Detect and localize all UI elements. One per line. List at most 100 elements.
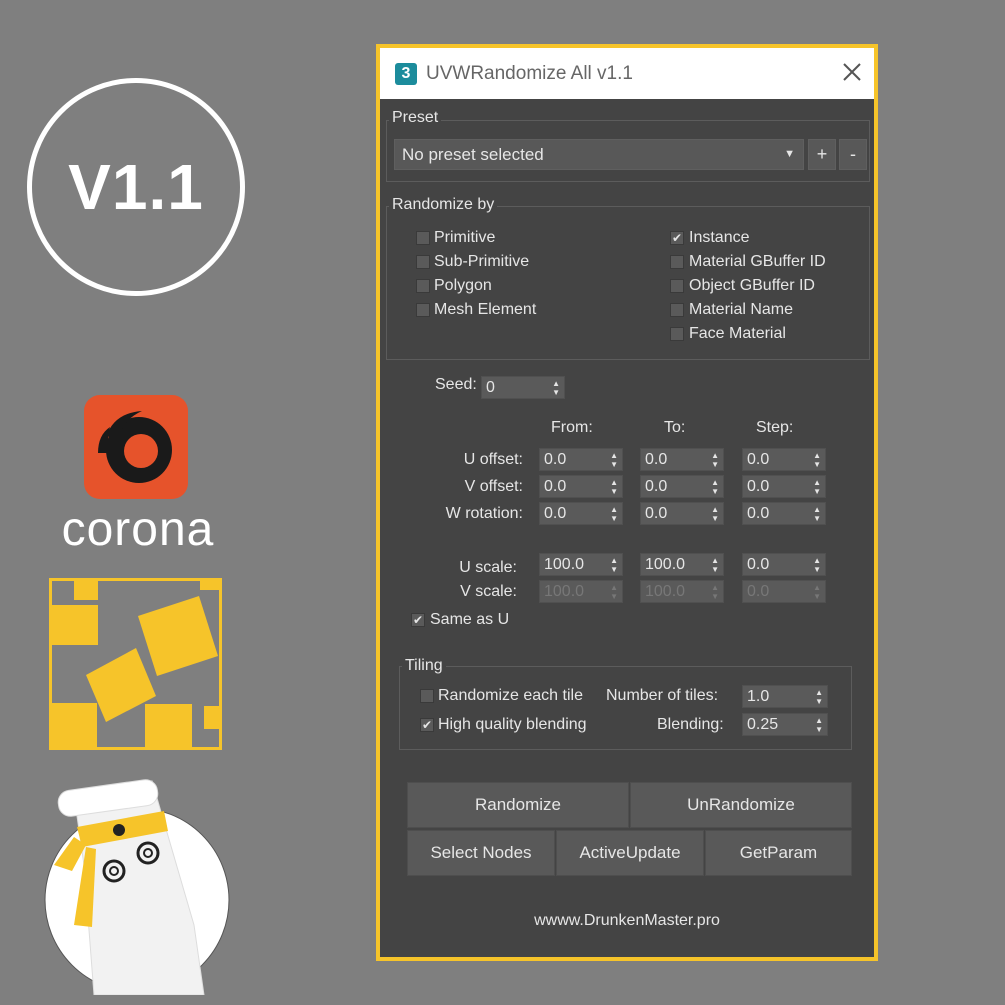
u-scale-from-spinner[interactable]: 100.0 ▲ ▼ xyxy=(539,553,623,576)
spinner-arrows-icon[interactable]: ▲ ▼ xyxy=(815,716,823,734)
drunken-master-mascot-icon xyxy=(44,779,230,995)
option-label-sub-primitive: Sub-Primitive xyxy=(434,253,530,270)
seed-spinner[interactable]: 0 ▲ ▼ xyxy=(481,376,565,399)
option-label-object-gbuffer-id: Object GBuffer ID xyxy=(689,277,815,294)
spinner-arrows-icon[interactable]: ▲ ▼ xyxy=(815,688,823,706)
option-label-material-name: Material Name xyxy=(689,301,794,318)
w-rotation-to-value: 0.0 xyxy=(645,505,668,522)
v-offset-to-spinner[interactable]: 0.0 ▲ ▼ xyxy=(640,475,724,498)
spinner-arrows-icon[interactable]: ▲ ▼ xyxy=(711,556,719,574)
spinner-arrows-icon: ▲ ▼ xyxy=(813,583,821,601)
select-nodes-button[interactable]: Select Nodes xyxy=(407,830,555,876)
spinner-arrows-icon[interactable]: ▲ ▼ xyxy=(552,379,560,397)
spinner-arrows-icon[interactable]: ▲ ▼ xyxy=(813,478,821,496)
u-offset-from-spinner[interactable]: 0.0 ▲ ▼ xyxy=(539,448,623,471)
checkbox-randomize-each-tile[interactable] xyxy=(420,689,434,703)
spinner-arrows-icon[interactable]: ▲ ▼ xyxy=(610,478,618,496)
u-offset-label: U offset: xyxy=(463,451,523,468)
checkbox-sub-primitive[interactable] xyxy=(416,255,430,269)
checkbox-polygon[interactable] xyxy=(416,279,430,293)
checkbox-face-material[interactable] xyxy=(670,327,684,341)
spinner-arrows-icon[interactable]: ▲ ▼ xyxy=(711,478,719,496)
checkbox-same-as-u[interactable]: ✔ xyxy=(411,613,425,627)
spinner-arrows-icon: ▲ ▼ xyxy=(610,583,618,601)
option-label-polygon: Polygon xyxy=(434,277,492,294)
option-label-mesh-element: Mesh Element xyxy=(434,301,537,318)
number-of-tiles-value: 1.0 xyxy=(747,688,770,705)
preset-dropdown[interactable]: No preset selected ▼ xyxy=(394,139,804,170)
number-of-tiles-spinner[interactable]: 1.0 ▲ ▼ xyxy=(742,685,828,708)
checkbox-instance[interactable]: ✔ xyxy=(670,231,684,245)
v-offset-to-value: 0.0 xyxy=(645,478,668,495)
option-label-primitive: Primitive xyxy=(434,229,496,246)
u-offset-to-value: 0.0 xyxy=(645,451,668,468)
v-scale-to-value: 100.0 xyxy=(645,583,686,600)
v-offset-from-spinner[interactable]: 0.0 ▲ ▼ xyxy=(539,475,623,498)
u-scale-label: U scale: xyxy=(459,559,517,576)
spinner-arrows-icon[interactable]: ▲ ▼ xyxy=(813,556,821,574)
preset-selected-value: No preset selected xyxy=(402,145,544,164)
blending-label: Blending: xyxy=(657,716,724,733)
w-rotation-step-spinner[interactable]: 0.0 ▲ ▼ xyxy=(742,502,826,525)
spinner-arrows-icon[interactable]: ▲ ▼ xyxy=(610,451,618,469)
spinner-arrows-icon[interactable]: ▲ ▼ xyxy=(813,451,821,469)
unrandomize-button[interactable]: UnRandomize xyxy=(630,782,852,828)
tiles-logo-icon xyxy=(49,578,222,750)
checkbox-material-name[interactable] xyxy=(670,303,684,317)
version-text: V1.1 xyxy=(68,151,204,223)
u-scale-to-spinner[interactable]: 100.0 ▲ ▼ xyxy=(640,553,724,576)
u-scale-to-value: 100.0 xyxy=(645,556,686,573)
3dsmax-app-icon: 3 xyxy=(395,62,417,85)
number-of-tiles-label: Number of tiles: xyxy=(606,687,719,704)
spinner-arrows-icon[interactable]: ▲ ▼ xyxy=(711,451,719,469)
active-update-button[interactable]: ActiveUpdate xyxy=(556,830,704,876)
v-scale-label: V scale: xyxy=(460,583,517,600)
u-scale-step-value: 0.0 xyxy=(747,556,770,573)
tiling-group-label: Tiling xyxy=(402,657,446,675)
checkbox-primitive[interactable] xyxy=(416,231,430,245)
remove-preset-button[interactable]: - xyxy=(839,139,867,170)
title-bar[interactable]: 3 UVWRandomize All v1.1 xyxy=(380,48,874,99)
v-offset-label: V offset: xyxy=(464,478,523,495)
same-as-u-label: Same as U xyxy=(430,611,510,628)
v-scale-step-spinner: 0.0 ▲ ▼ xyxy=(742,580,826,603)
checkbox-mesh-element[interactable] xyxy=(416,303,430,317)
randomize-button[interactable]: Randomize xyxy=(407,782,629,828)
preset-group-label: Preset xyxy=(389,109,442,127)
window-title: UVWRandomize All v1.1 xyxy=(426,62,633,84)
checkbox-high-quality-blending[interactable]: ✔ xyxy=(420,718,434,732)
spinner-arrows-icon[interactable]: ▲ ▼ xyxy=(610,505,618,523)
w-rotation-step-value: 0.0 xyxy=(747,505,770,522)
spinner-arrows-icon[interactable]: ▲ ▼ xyxy=(610,556,618,574)
v-scale-from-value: 100.0 xyxy=(544,583,585,600)
close-icon[interactable] xyxy=(838,58,866,86)
v-scale-step-value: 0.0 xyxy=(747,583,770,600)
tiling-group xyxy=(399,666,852,750)
v-offset-step-spinner[interactable]: 0.0 ▲ ▼ xyxy=(742,475,826,498)
w-rotation-label: W rotation: xyxy=(445,505,523,522)
u-offset-step-spinner[interactable]: 0.0 ▲ ▼ xyxy=(742,448,826,471)
blending-value: 0.25 xyxy=(747,716,779,733)
v-scale-from-spinner: 100.0 ▲ ▼ xyxy=(539,580,623,603)
w-rotation-from-spinner[interactable]: 0.0 ▲ ▼ xyxy=(539,502,623,525)
chevron-down-icon: ▼ xyxy=(784,148,795,160)
v-scale-to-spinner: 100.0 ▲ ▼ xyxy=(640,580,724,603)
option-label-material-gbuffer-id: Material GBuffer ID xyxy=(689,253,826,270)
u-offset-to-spinner[interactable]: 0.0 ▲ ▼ xyxy=(640,448,724,471)
u-scale-step-spinner[interactable]: 0.0 ▲ ▼ xyxy=(742,553,826,576)
checkbox-material-gbuffer-id[interactable] xyxy=(670,255,684,269)
add-preset-button[interactable]: + xyxy=(808,139,836,170)
column-header-to: To: xyxy=(664,419,686,436)
spinner-arrows-icon[interactable]: ▲ ▼ xyxy=(813,505,821,523)
spinner-arrows-icon: ▲ ▼ xyxy=(711,583,719,601)
u-scale-from-value: 100.0 xyxy=(544,556,585,573)
version-badge: V1.1 xyxy=(27,78,245,296)
spinner-arrows-icon[interactable]: ▲ ▼ xyxy=(711,505,719,523)
w-rotation-from-value: 0.0 xyxy=(544,505,567,522)
blending-spinner[interactable]: 0.25 ▲ ▼ xyxy=(742,713,828,736)
get-param-button[interactable]: GetParam xyxy=(705,830,852,876)
checkbox-object-gbuffer-id[interactable] xyxy=(670,279,684,293)
option-label-instance: Instance xyxy=(689,229,750,246)
w-rotation-to-spinner[interactable]: 0.0 ▲ ▼ xyxy=(640,502,724,525)
option-label-face-material: Face Material xyxy=(689,325,786,342)
